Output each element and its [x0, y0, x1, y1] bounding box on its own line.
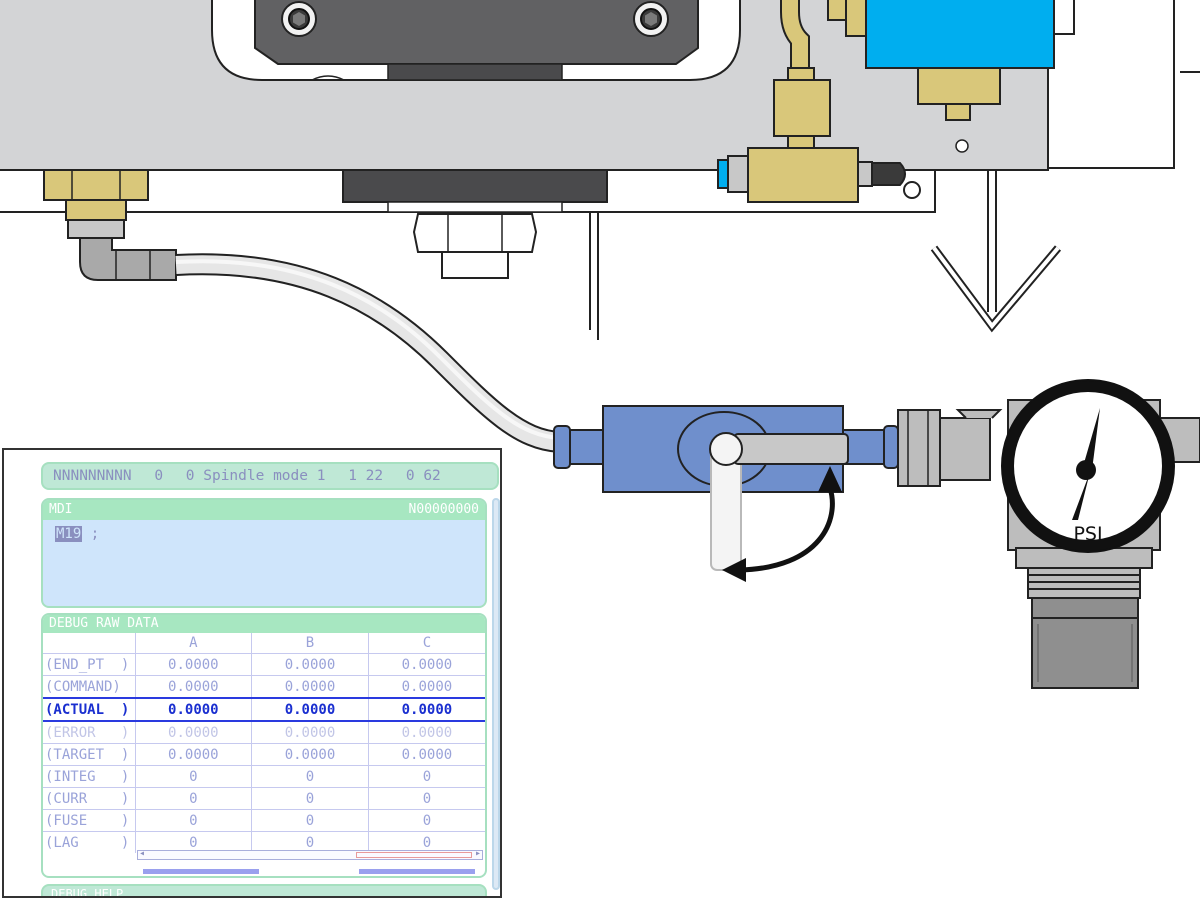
- pressure-gauge: PSI: [1001, 379, 1175, 553]
- row-label: (INTEG ): [43, 765, 135, 788]
- row-label: (CURR ): [43, 787, 135, 810]
- row-label: (ACTUAL ): [43, 697, 135, 722]
- mdi-command-suffix: ;: [82, 526, 100, 542]
- cell-value: 0: [251, 809, 369, 832]
- arrow-down-icon: [930, 170, 1062, 333]
- table-row[interactable]: (INTEG ) 0 0 0: [43, 765, 485, 788]
- debug-help-tab[interactable]: DEBUG HELP: [41, 884, 487, 896]
- scroll-right-icon[interactable]: ▸: [475, 848, 481, 859]
- cell-value: 0: [134, 765, 252, 788]
- cell-value: 0: [251, 765, 369, 788]
- debug-title: DEBUG RAW DATA: [43, 615, 485, 633]
- cell-value: 0.0000: [367, 653, 485, 676]
- cell-value: 0.0000: [251, 675, 369, 698]
- column-header-c: C: [367, 633, 485, 654]
- mdi-header: MDI N00000000: [43, 500, 485, 520]
- cell-value: 0.0000: [251, 720, 369, 744]
- cell-value: 0.0000: [251, 697, 369, 722]
- spindle-block: [254, 0, 699, 65]
- cell-value: 0: [367, 765, 485, 788]
- cell-value: 0.0000: [367, 675, 485, 698]
- cell-value: 0.0000: [251, 653, 369, 676]
- hex-nut: [412, 213, 538, 279]
- vertical-scrollbar[interactable]: [492, 498, 500, 890]
- cell-value: 0: [134, 809, 252, 832]
- debug-table: A B C (END_PT ) 0.0000 0.0000 0.0000 (COMMAN…: [43, 633, 485, 853]
- status-field: 0 62: [405, 468, 441, 484]
- socket-screw-icon: [281, 1, 317, 37]
- row-label: (COMMAND): [43, 675, 135, 698]
- table-row[interactable]: (FUSE ) 0 0 0: [43, 809, 485, 832]
- scroll-indicator: [359, 869, 475, 874]
- mdi-program-number: N00000000: [408, 502, 479, 517]
- cell-value: 0.0000: [134, 720, 252, 744]
- cell-value: 0: [367, 809, 485, 832]
- elbow-fitting: [79, 237, 177, 281]
- scroll-thumb[interactable]: [356, 852, 472, 858]
- horizontal-scrollbar[interactable]: ◂ ▸: [137, 848, 483, 860]
- socket-screw-icon: [633, 1, 669, 37]
- table-row[interactable]: (CURR ) 0 0 0: [43, 787, 485, 810]
- cell-value: 0.0000: [134, 697, 252, 722]
- cell-value: 0: [134, 787, 252, 810]
- status-field: NNNNNNNNN: [53, 468, 132, 484]
- cell-value: 0.0000: [367, 743, 485, 766]
- cell-value: 0.0000: [251, 743, 369, 766]
- cell-value: 0.0000: [134, 743, 252, 766]
- table-row[interactable]: (COMMAND) 0.0000 0.0000 0.0000: [43, 675, 485, 698]
- ball-valve: [553, 405, 899, 571]
- table-row[interactable]: (END_PT ) 0.0000 0.0000 0.0000: [43, 653, 485, 676]
- cell-value: 0.0000: [134, 675, 252, 698]
- scroll-left-icon[interactable]: ◂: [139, 848, 145, 859]
- column-header-a: A: [134, 633, 252, 654]
- status-field: 0: [154, 468, 164, 484]
- row-label: (TARGET ): [43, 743, 135, 766]
- column-header-b: B: [251, 633, 369, 654]
- spindle-motor-base: [342, 169, 608, 203]
- cell-value: 0.0000: [367, 697, 485, 722]
- mdi-command-code: M19: [55, 526, 83, 542]
- row-label: (LAG ): [43, 831, 135, 853]
- table-row[interactable]: (TARGET ) 0.0000 0.0000 0.0000: [43, 743, 485, 766]
- table-row[interactable]: (ACTUAL ) 0.0000 0.0000 0.0000: [43, 697, 485, 722]
- status-field: 0 Spindle mode 1: [185, 468, 326, 484]
- control-screen: NNNNNNNNN 0 0 Spindle mode 1 1 22 0 62 M…: [2, 448, 502, 898]
- mdi-title: MDI: [49, 502, 73, 517]
- mdi-command-line[interactable]: M19 ;: [55, 526, 485, 542]
- cell-value: 0.0000: [367, 720, 485, 744]
- column-header: [43, 633, 135, 654]
- cell-value: 0: [367, 787, 485, 810]
- row-label: (FUSE ): [43, 809, 135, 832]
- row-label: (ERROR ): [43, 720, 135, 744]
- gauge-unit-label: PSI: [1073, 523, 1102, 545]
- cell-value: 0: [251, 787, 369, 810]
- status-bar: NNNNNNNNN 0 0 Spindle mode 1 1 22 0 62: [41, 462, 499, 490]
- mdi-panel[interactable]: MDI N00000000 M19 ;: [41, 498, 487, 608]
- scroll-indicator: [143, 869, 259, 874]
- debug-raw-data-panel: DEBUG RAW DATA A B C (END_PT ) 0.0000 0.00…: [41, 613, 487, 878]
- table-row[interactable]: (ERROR ) 0.0000 0.0000 0.0000: [43, 720, 485, 744]
- cell-value: 0.0000: [134, 653, 252, 676]
- row-label: (END_PT ): [43, 653, 135, 676]
- status-field: 1 22: [348, 468, 384, 484]
